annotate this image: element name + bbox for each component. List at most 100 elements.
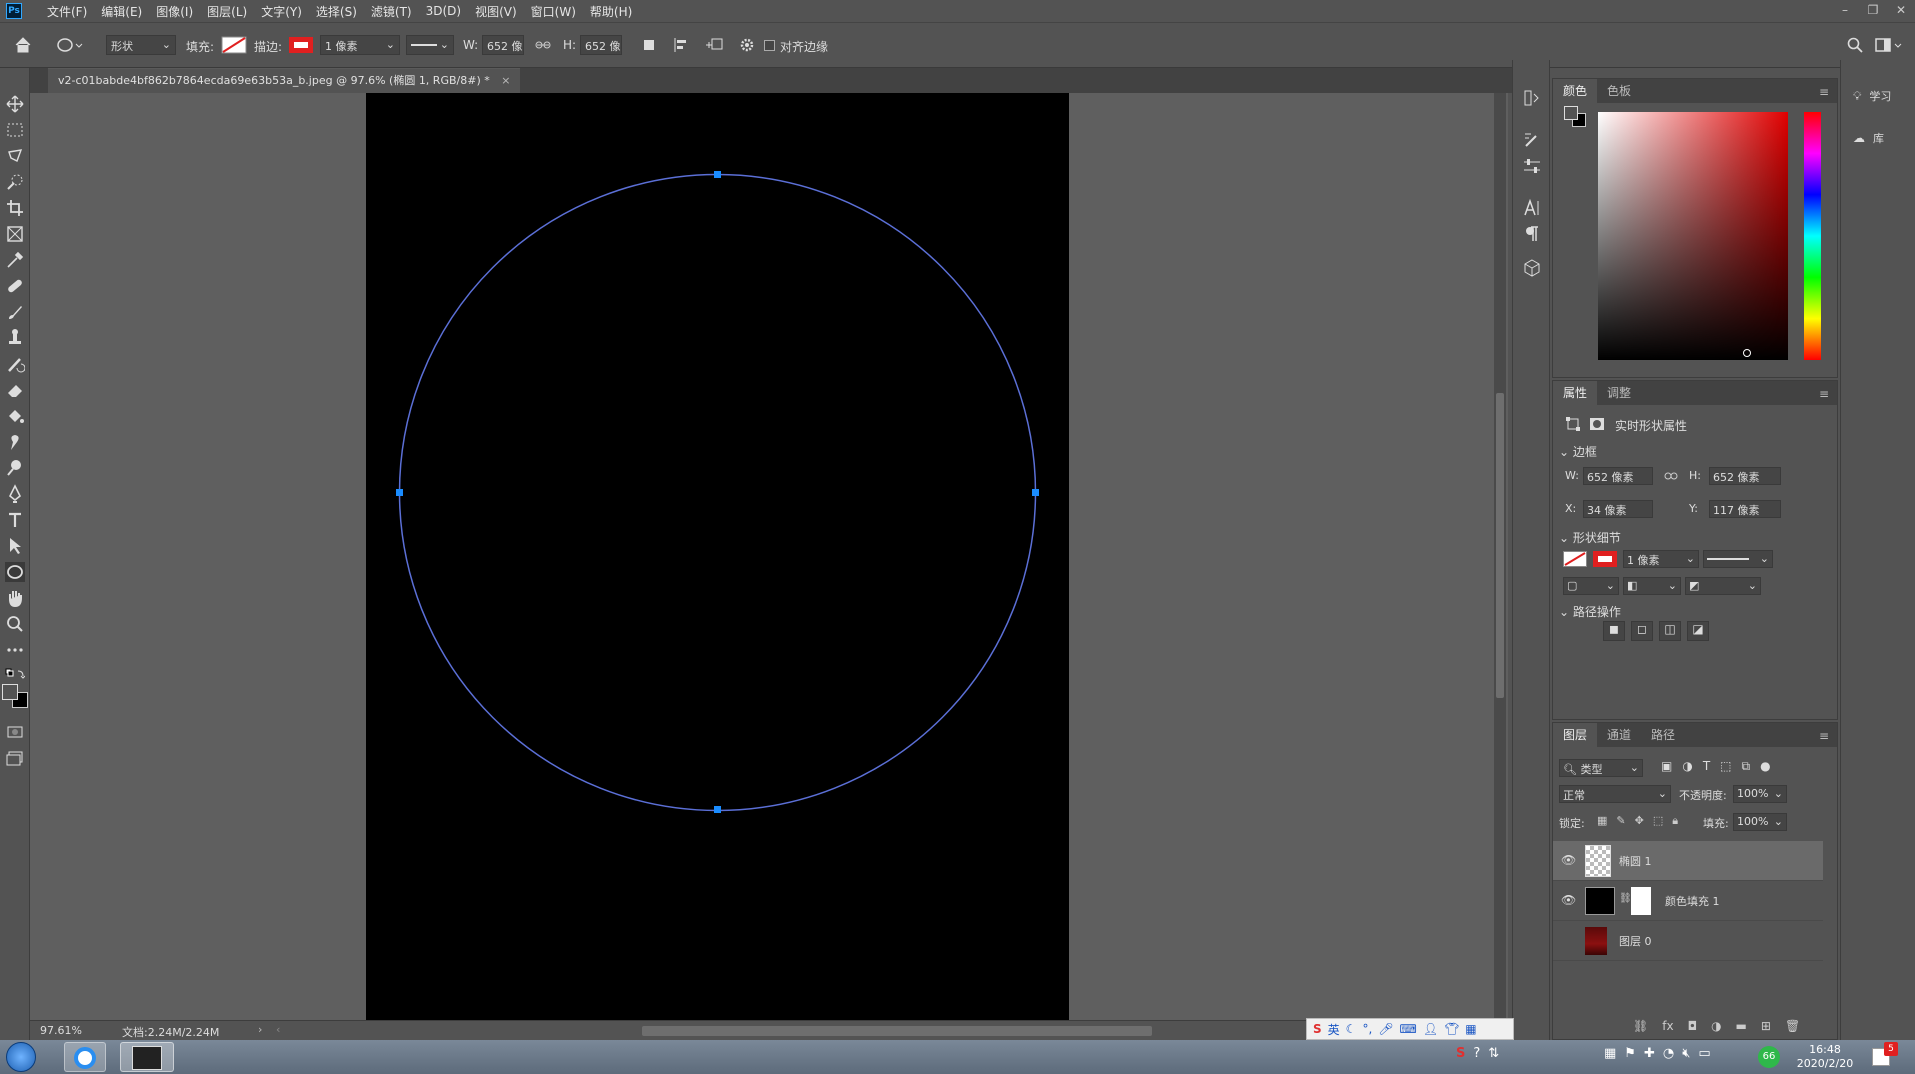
path-arrangement-icon[interactable] (704, 36, 726, 54)
minimize-icon[interactable]: – (1831, 0, 1859, 22)
tool-mode-select[interactable]: 形状 ⌄ (106, 35, 176, 55)
panel-menu-icon[interactable]: ≡ (1819, 387, 1829, 401)
stroke-swatch[interactable] (288, 36, 314, 54)
y-field[interactable]: 117 像素 (1709, 500, 1781, 518)
browser-taskbar-icon[interactable] (64, 1042, 106, 1072)
anchor-bottom[interactable] (714, 806, 721, 813)
menu-view[interactable]: 视图(V) (468, 3, 524, 20)
layer-name[interactable]: 图层 0 (1619, 933, 1652, 949)
sogou-logo-icon[interactable]: S (1313, 1022, 1322, 1036)
anchor-right[interactable] (1032, 489, 1039, 496)
quick-selection-tool-icon[interactable] (5, 172, 25, 192)
align-edges-checkbox[interactable] (764, 40, 775, 51)
layer-row-ellipse[interactable]: 👁︎ 椭圆 1 (1553, 841, 1823, 881)
libraries-button[interactable]: ☁︎ 库 (1853, 130, 1884, 146)
type-tool-icon[interactable] (5, 510, 25, 530)
link-icon[interactable] (534, 36, 552, 54)
ime-language[interactable]: 英 (1328, 1021, 1340, 1038)
search-icon[interactable] (1846, 36, 1864, 54)
menu-file[interactable]: 文件(F) (40, 3, 94, 20)
path-ops-section[interactable]: ⌄ 路径操作 (1559, 603, 1621, 620)
menu-window[interactable]: 窗口(W) (524, 3, 583, 20)
menu-type[interactable]: 文字(Y) (254, 3, 309, 20)
skin-icon[interactable]: 👕︎ (1444, 1022, 1459, 1036)
visibility-eye-icon[interactable]: 👁︎ (1561, 893, 1576, 907)
dodge-tool-icon[interactable] (5, 458, 25, 478)
visibility-empty-icon[interactable] (1561, 933, 1573, 945)
learn-button[interactable]: 💡︎ 学习 (1853, 88, 1891, 104)
menu-image[interactable]: 图像(I) (149, 3, 200, 20)
filter-smart-object-icon[interactable]: ⧉ (1742, 759, 1751, 774)
menu-filter[interactable]: 滤镜(T) (364, 3, 419, 20)
color-foreground-swatch[interactable] (1564, 106, 1578, 120)
new-layer-icon[interactable]: ⊞ (1761, 1019, 1771, 1033)
blend-mode-select[interactable]: 正常 ⌄ (1559, 785, 1671, 803)
color-picker-cursor[interactable] (1743, 349, 1751, 357)
tab-adjustments[interactable]: 调整 (1597, 381, 1641, 405)
close-document-icon[interactable]: × (501, 74, 510, 87)
anchor-left[interactable] (396, 489, 403, 496)
height-input[interactable]: 652 像 (580, 35, 622, 55)
workspace-switcher-icon[interactable] (1874, 36, 1904, 54)
home-icon[interactable] (14, 36, 32, 54)
shape-stroke-swatch[interactable] (1593, 551, 1617, 567)
restore-icon[interactable]: ❐ (1859, 0, 1887, 22)
new-group-icon[interactable]: ▬ (1736, 1019, 1747, 1033)
photoshop-taskbar-icon[interactable] (120, 1042, 174, 1072)
fill-field[interactable]: 100% ⌄ (1733, 813, 1787, 831)
canvas-area[interactable] (30, 93, 1508, 1020)
eraser-tool-icon[interactable] (5, 380, 25, 400)
hue-slider[interactable] (1804, 112, 1821, 360)
stroke-width-select[interactable]: 1 像素 ⌄ (320, 35, 400, 55)
security-tray-icon[interactable]: ✚ (1644, 1046, 1655, 1061)
marquee-tool-icon[interactable] (5, 120, 25, 140)
tab-channels[interactable]: 通道 (1597, 723, 1641, 747)
stroke-type-select[interactable]: ⌄ (406, 35, 454, 55)
gear-icon[interactable] (738, 36, 756, 54)
path-operations-icon[interactable] (640, 36, 658, 54)
filter-toggle-icon[interactable]: ● (1760, 759, 1770, 774)
bounds-section[interactable]: ⌄ 边框 (1559, 443, 1597, 460)
lock-artboard-icon[interactable]: ⬚ (1653, 814, 1663, 828)
height-field[interactable]: 652 像素 (1709, 467, 1781, 485)
microphone-icon[interactable]: 🎤︎ (1378, 1022, 1393, 1036)
calendar-tray-icon[interactable]: ▦ (1604, 1046, 1616, 1061)
link-layers-icon[interactable]: ⛓︎ (1633, 1019, 1648, 1033)
filter-type-icon[interactable]: T (1703, 759, 1710, 774)
shape-details-section[interactable]: ⌄ 形状细节 (1559, 529, 1621, 546)
green-badge-icon[interactable]: 66 (1758, 1046, 1780, 1068)
vertical-scroll-thumb[interactable] (1496, 393, 1504, 698)
moon-icon[interactable]: ☾ (1346, 1022, 1357, 1036)
saturation-brightness-field[interactable] (1598, 112, 1788, 360)
x-field[interactable]: 34 像素 (1583, 500, 1653, 518)
lock-position-icon[interactable]: ✥ (1635, 814, 1644, 828)
clone-stamp-tool-icon[interactable] (5, 328, 25, 348)
stroke-caps-select[interactable]: ◧ ⌄ (1623, 577, 1681, 595)
pen-tool-icon[interactable] (5, 484, 25, 504)
menu-help[interactable]: 帮助(H) (583, 3, 639, 20)
fx-icon[interactable]: fx (1662, 1019, 1673, 1033)
lasso-tool-icon[interactable] (5, 146, 25, 166)
fill-swatch[interactable] (221, 36, 247, 54)
display-tray-icon[interactable]: ▭ (1698, 1046, 1710, 1061)
3d-panel-icon[interactable] (1522, 258, 1542, 278)
ellipse-path[interactable] (366, 93, 1069, 1020)
swap-colors-icon[interactable] (5, 668, 25, 682)
add-mask-icon[interactable]: ◘ (1688, 1019, 1698, 1033)
menu-layer[interactable]: 图层(L) (200, 3, 254, 20)
start-button[interactable] (6, 1042, 36, 1072)
trash-icon[interactable]: 🗑︎ (1785, 1019, 1800, 1033)
combine-shapes-icon[interactable]: ◼ (1603, 621, 1625, 641)
shape-fill-swatch[interactable] (1563, 551, 1587, 567)
path-alignment-icon[interactable] (672, 36, 690, 54)
zoom-tool-icon[interactable] (5, 614, 25, 634)
link-proportions-icon[interactable] (1663, 469, 1679, 483)
menu-3d[interactable]: 3D(D) (419, 4, 468, 18)
menu-select[interactable]: 选择(S) (309, 3, 364, 20)
anchor-top[interactable] (714, 171, 721, 178)
filter-pixel-icon[interactable]: ▣ (1661, 759, 1672, 774)
hscroll-left-icon[interactable]: ‹ (276, 1023, 280, 1036)
status-expand-icon[interactable]: › (258, 1023, 262, 1036)
ellipse-tool-preset-icon[interactable] (56, 36, 84, 54)
brush-tool-icon[interactable] (5, 302, 25, 322)
